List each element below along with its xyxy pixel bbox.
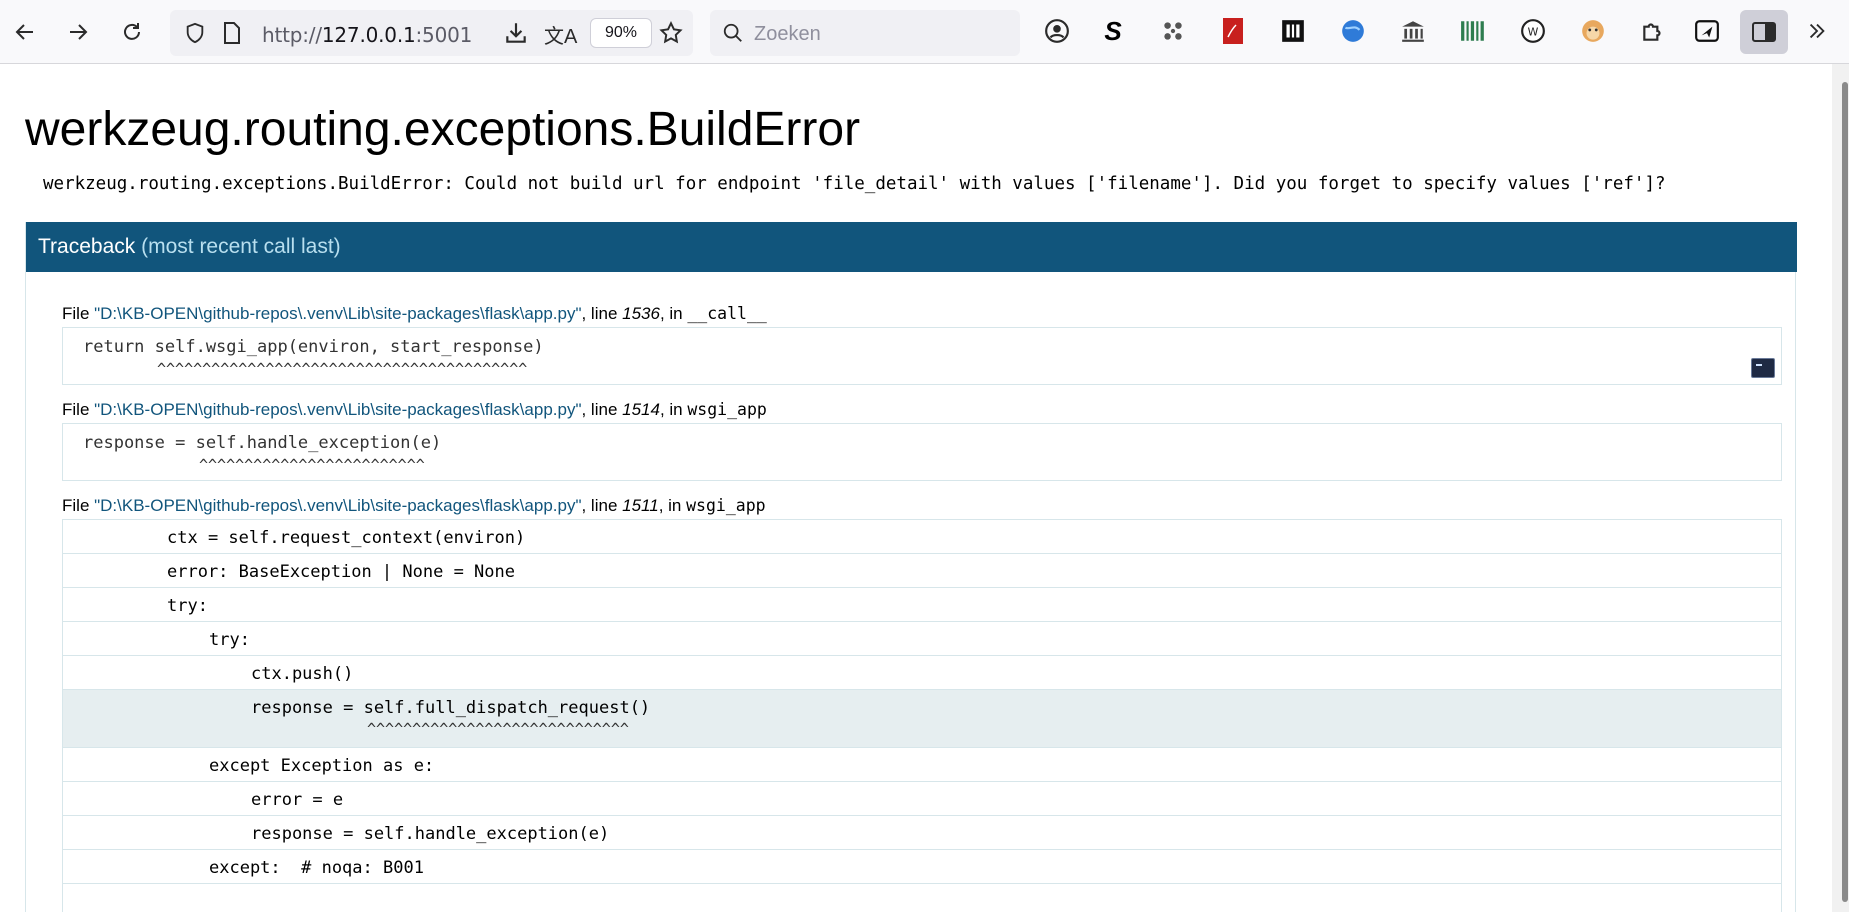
forward-arrow-icon [70,24,88,40]
shield-icon [186,22,204,44]
source-text: error = e [251,790,344,810]
reload-icon [124,23,140,40]
console-icon[interactable] [1751,358,1775,378]
save-page-icon[interactable] [503,20,529,46]
source-line: ctx.push() [63,656,1781,690]
translate-icon[interactable]: 文A [544,20,577,49]
source-line: error = e [63,782,1781,816]
source-text: except Exception as e: [209,756,435,776]
page-icon [224,22,240,44]
overflow-chevron-icon[interactable] [1800,14,1834,48]
frame-file-label: File [62,400,95,419]
s-extension-icon[interactable]: S [1096,14,1130,48]
monkey-extension-icon[interactable] [1576,14,1610,48]
frame-filename: "D:\KB-OPEN\github-repos\.venv\Lib\site-… [94,400,582,419]
source-line: ctx = self.request_context(environ) [63,520,1781,554]
error-message: werkzeug.routing.exceptions.BuildError: … [43,174,1666,194]
frame-file-label: File [62,304,95,323]
globe-extension-icon[interactable] [1336,14,1370,48]
bookmark-star-icon[interactable] [658,20,684,46]
browser-toolbar: http://127.0.0.1:5001 文A 90% Zoeken S W [0,0,1849,64]
code-carets: ^^^^^^^^^^^^^^^^^^^^^^^^^ [199,456,425,474]
frame-function: wsgi_app [686,496,766,515]
frame-code[interactable]: return self.wsgi_app(environ, start_resp… [62,327,1782,385]
frame-function: __call__ [687,304,767,323]
frame-in-label: , in [659,400,688,419]
reload-button[interactable] [112,12,152,52]
source-text: error: BaseException | None = None [167,562,515,582]
source-text: ctx.push() [251,664,354,684]
error-title: werkzeug.routing.exceptions.BuildError [25,103,861,156]
frame-header: File "D:\KB-OPEN\github-repos\.venv\Lib\… [62,304,767,324]
code-line: return self.wsgi_app(environ, start_resp… [83,337,544,357]
source-line: try: [63,588,1781,622]
url-text[interactable]: http://127.0.0.1:5001 [262,23,472,47]
frame-in-label: , in [659,304,688,323]
url-scheme: http:// [262,23,322,47]
svg-text:W: W [1528,25,1539,38]
code-carets: ^^^^^^^^^^^^^^^^^^^^^^^^^^^^^^^^^^^^^^^^… [157,360,528,378]
source-text: ctx = self.request_context(environ) [167,528,526,548]
url-port: :5001 [415,23,473,47]
source-line-current: response = self.full_dispatch_request() … [63,690,1781,748]
library-extension-icon[interactable] [1396,14,1430,48]
frame-line-label: , line [581,304,623,323]
frame-line-label: , line [581,496,623,515]
address-bar[interactable]: http://127.0.0.1:5001 文A 90% [170,10,693,56]
search-icon [723,23,742,42]
source-text: response = self.handle_exception(e) [251,824,610,844]
sidebar-toggle-button[interactable] [1740,10,1788,54]
source-line: response = self.handle_exception(e) [63,816,1781,850]
source-text: try: [167,596,208,616]
frame-filename: "D:\KB-OPEN\github-repos\.venv\Lib\site-… [94,496,582,515]
code-carets: ^^^^^^^^^^^^^^^^^^^^^^^^^^^^^ [367,720,629,738]
frame-function: wsgi_app [687,400,767,419]
frame-header: File "D:\KB-OPEN\github-repos\.venv\Lib\… [62,400,767,420]
frame-lineno: 1511 [622,496,659,515]
traceback-header: Traceback (most recent call last) [26,222,1797,272]
source-line: except: # noqa: B001 [63,850,1781,884]
frame-line-label: , line [581,400,623,419]
frame-source[interactable]: ctx = self.request_context(environ) erro… [62,519,1782,912]
zoom-level-button[interactable]: 90% [590,18,652,48]
traceback-subtitle: (most recent call last) [141,235,341,258]
source-line: except Exception as e: [63,748,1781,782]
scrollbar-thumb[interactable] [1842,82,1848,902]
search-bar[interactable]: Zoeken [710,10,1020,56]
code-line: response = self.handle_exception(e) [83,433,442,453]
frame-in-label: , in [658,496,687,515]
source-text: try: [209,630,250,650]
forward-button[interactable] [58,12,98,52]
frame-lineno: 1536 [622,304,660,323]
frame-header: File "D:\KB-OPEN\github-repos\.venv\Lib\… [62,496,766,516]
traceback-panel: Traceback (most recent call last) File "… [25,222,1797,912]
source-line: error: BaseException | None = None [63,554,1781,588]
sidebar-icon [1752,22,1776,42]
frame-lineno: 1514 [622,400,660,419]
extensions-puzzle-icon[interactable] [1636,14,1670,48]
paw-extension-icon[interactable] [1156,14,1190,48]
url-host: 127.0.0.1 [321,23,416,47]
source-text: except: # noqa: B001 [209,858,424,878]
frame-filename: "D:\KB-OPEN\github-repos\.venv\Lib\site-… [94,304,582,323]
barcode-extension-icon[interactable] [1456,14,1490,48]
page-content: werkzeug.routing.exceptions.BuildError w… [0,64,1832,912]
pdf-extension-icon[interactable] [1216,14,1250,48]
source-text: response = self.full_dispatch_request() [251,698,651,718]
wayback-extension-icon[interactable]: W [1516,14,1550,48]
traceback-title: Traceback [38,235,136,258]
source-line: try: [63,622,1781,656]
archive-extension-icon[interactable] [1276,14,1310,48]
back-arrow-icon [15,24,33,40]
account-icon[interactable] [1040,14,1074,48]
frame-code[interactable]: response = self.handle_exception(e) ^^^^… [62,423,1782,481]
search-placeholder: Zoeken [754,23,821,45]
frame-file-label: File [62,496,95,515]
send-tab-icon[interactable] [1690,14,1724,48]
back-button[interactable] [5,12,45,52]
